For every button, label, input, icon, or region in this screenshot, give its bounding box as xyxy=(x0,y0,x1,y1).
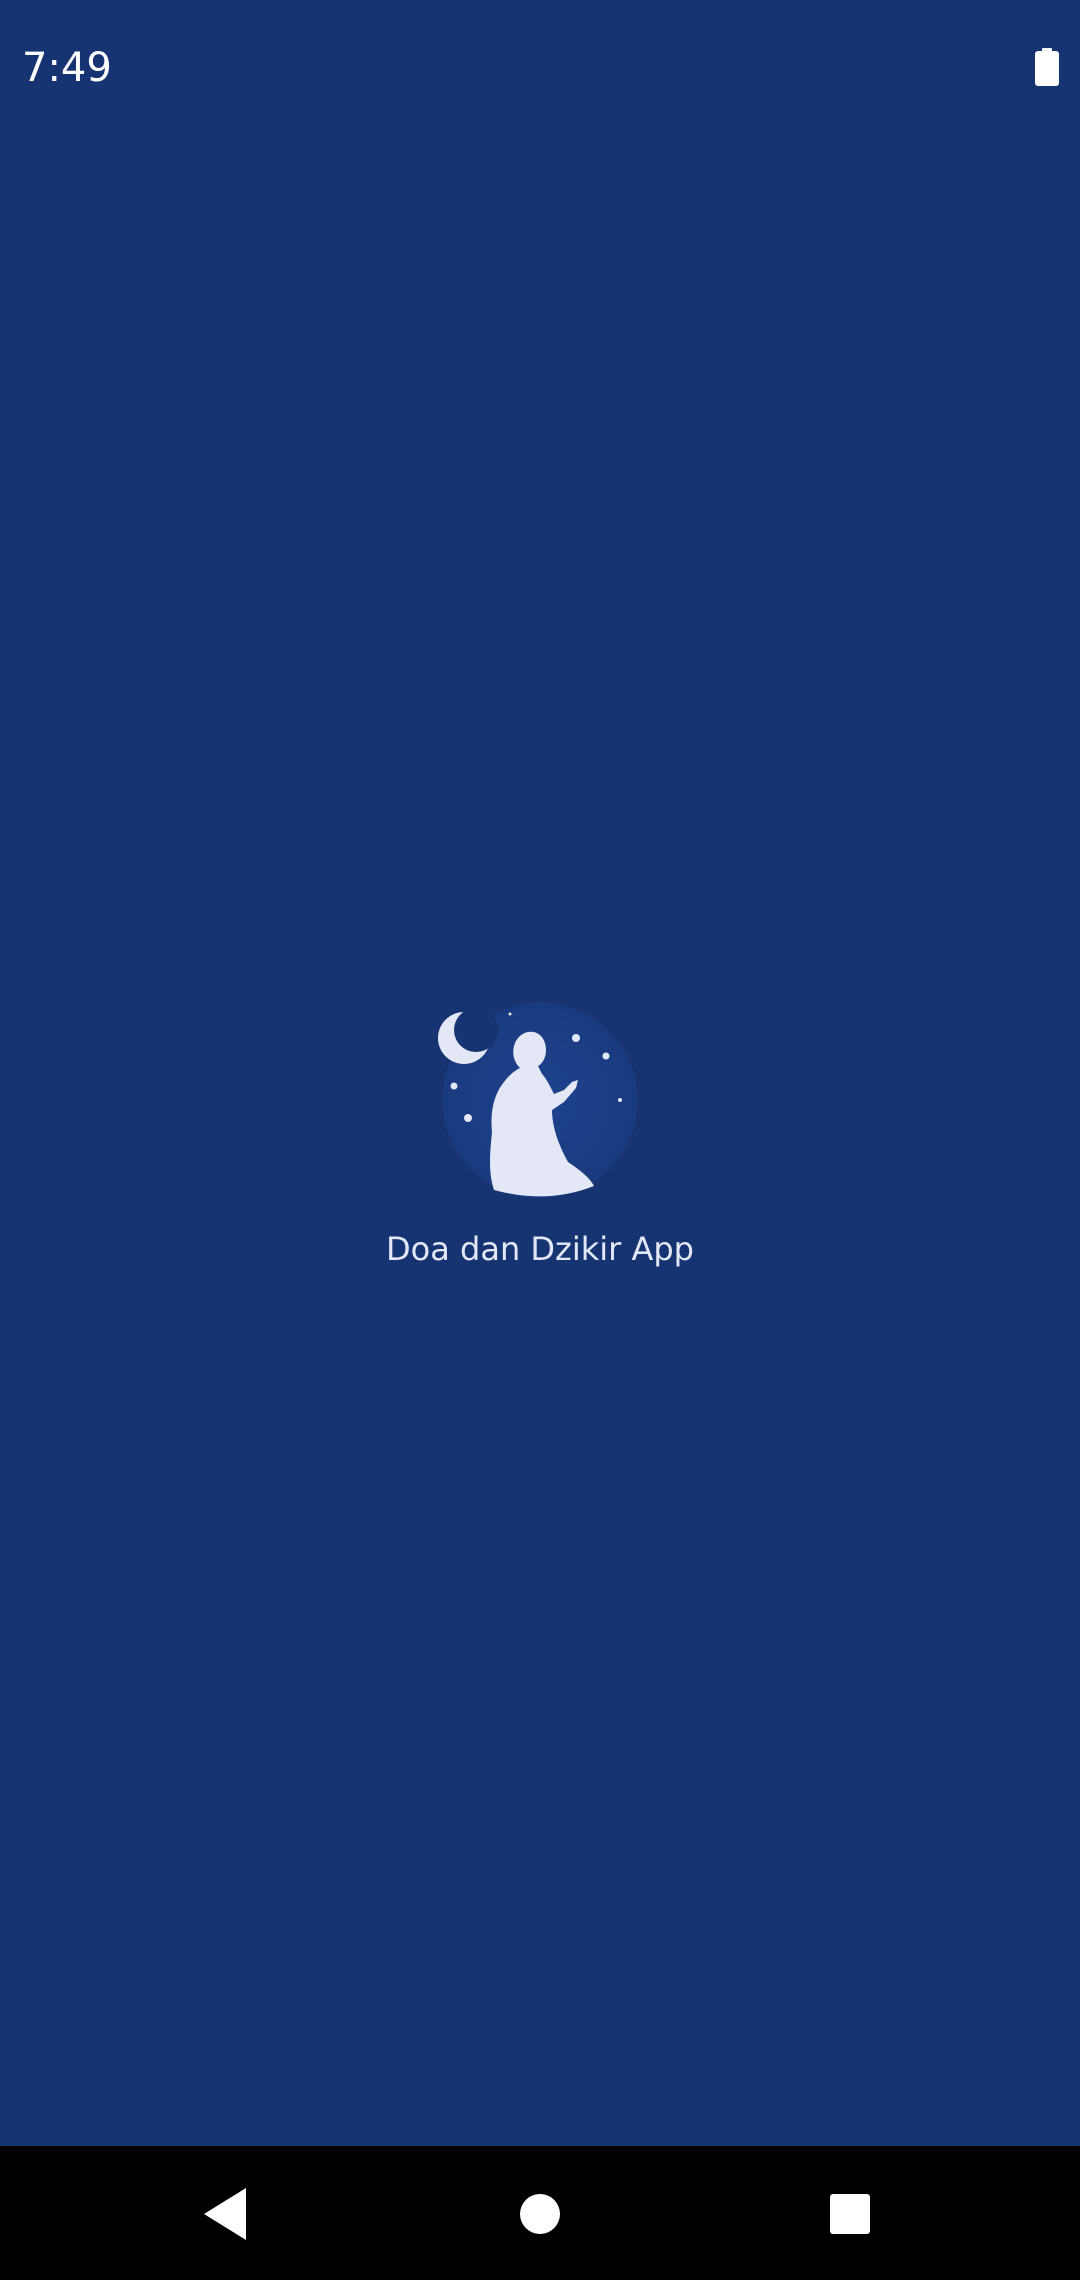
back-icon[interactable] xyxy=(194,2182,258,2246)
recents-icon[interactable] xyxy=(818,2182,882,2246)
splash-screen: Doa dan Dzikir App xyxy=(0,0,1080,2146)
home-icon[interactable] xyxy=(508,2182,572,2246)
app-logo-icon xyxy=(438,1002,638,1198)
app-name: Doa dan Dzikir App xyxy=(386,1230,694,1268)
